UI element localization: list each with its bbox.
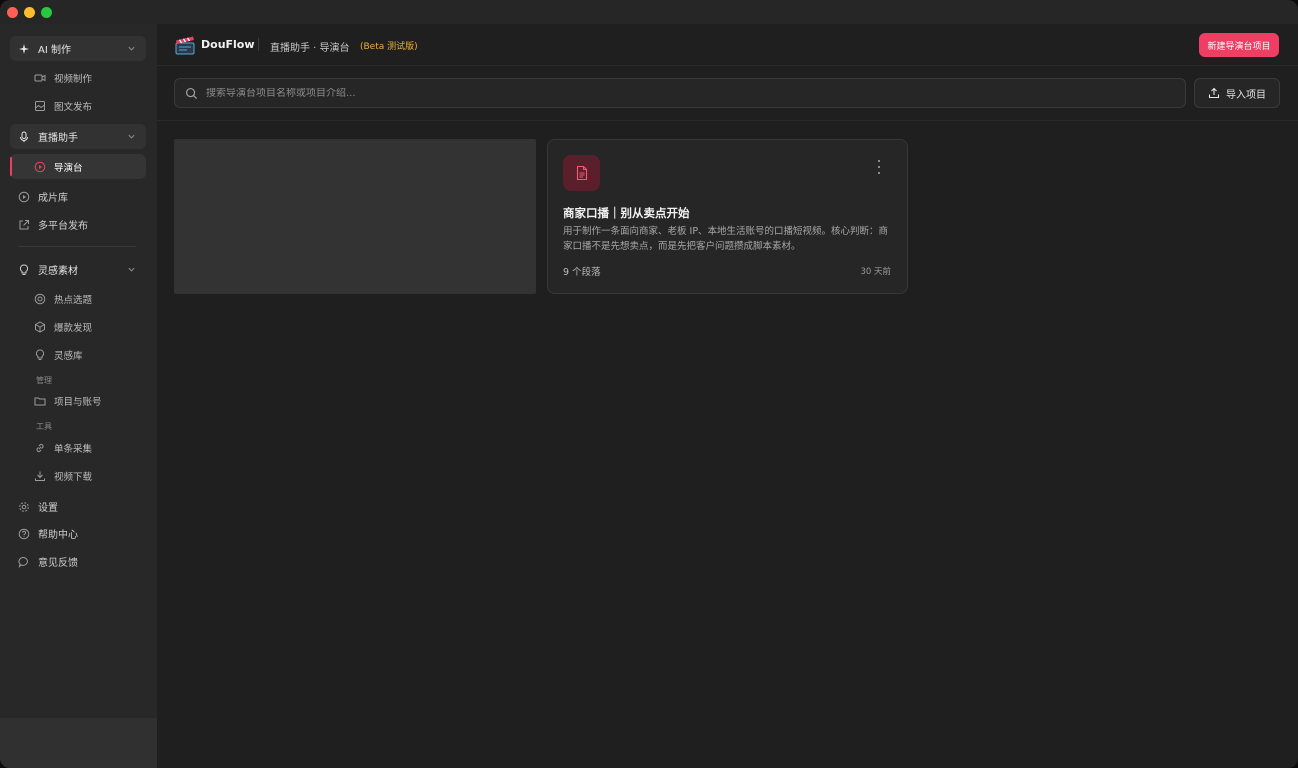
search-input[interactable] — [206, 87, 1106, 99]
search-box[interactable] — [174, 78, 1186, 108]
sidebar-item-help[interactable]: 帮助中心 — [10, 521, 146, 546]
sidebar-item-image-post[interactable]: 图文发布 — [10, 93, 146, 118]
sidebar-item-inspiration-library[interactable]: 灵感库 — [10, 342, 146, 367]
app-window: AI 制作 视频制作 图文发布 直播助手 导演台 成片库 多平台发布 灵感素材 … — [0, 0, 1298, 768]
download-icon — [34, 470, 46, 482]
play-circle-icon — [18, 191, 30, 203]
sidebar-item-label: 多平台发布 — [38, 221, 88, 232]
import-project-button[interactable]: 导入项目 — [1194, 78, 1280, 108]
sidebar-item-label: 成片库 — [38, 193, 68, 204]
sidebar-item-settings[interactable]: 设置 — [10, 494, 146, 519]
sidebar-item-director[interactable]: 导演台 — [10, 154, 146, 179]
header-divider — [258, 38, 259, 51]
minimize-window-button[interactable] — [24, 7, 35, 18]
sidebar-item-video-production[interactable]: 视频制作 — [10, 65, 146, 90]
sidebar-item-label: 视频制作 — [54, 73, 93, 85]
loading-placeholder-card — [174, 139, 536, 294]
section-label-manage: 管理 — [36, 376, 52, 385]
cube-icon — [34, 320, 46, 333]
sidebar-item-viral-discovery[interactable]: 爆款发现 — [10, 314, 146, 339]
sidebar-item-label: 视频下载 — [54, 471, 93, 483]
play-circle-icon — [34, 161, 46, 173]
document-icon — [563, 155, 600, 191]
chevron-down-icon — [128, 134, 135, 139]
sidebar-group-ai-production[interactable]: AI 制作 — [10, 36, 146, 61]
chat-bubble-icon — [18, 556, 30, 568]
sidebar-item-video-download[interactable]: 视频下载 — [10, 463, 146, 488]
updated-time: 30 天前 — [860, 267, 891, 277]
sidebar-footer — [0, 718, 157, 768]
project-description: 用于制作一条面向商家、老板 IP、本地生活账号的口播短视频。核心判断：商家口播不… — [563, 226, 889, 252]
sidebar-group-label: AI 制作 — [38, 45, 71, 56]
sidebar-item-label: 帮助中心 — [38, 530, 78, 541]
upload-icon — [1208, 87, 1220, 99]
lightbulb-icon — [18, 263, 30, 276]
sidebar-item-multi-publish[interactable]: 多平台发布 — [10, 212, 146, 237]
close-window-button[interactable] — [7, 7, 18, 18]
lightbulb-icon — [34, 348, 46, 361]
search-icon — [185, 87, 198, 99]
sidebar-item-label: 单条采集 — [54, 443, 93, 455]
folder-icon — [34, 395, 46, 407]
toolbar: 导入项目 — [157, 66, 1298, 121]
sidebar-item-label: 设置 — [38, 503, 58, 514]
sidebar-item-label: 图文发布 — [54, 101, 93, 113]
sparkle-icon — [18, 43, 30, 55]
sidebar-item-label: 热点选题 — [54, 294, 93, 306]
new-director-project-button[interactable]: 新建导演台项目 — [1199, 33, 1279, 57]
sidebar: AI 制作 视频制作 图文发布 直播助手 导演台 成片库 多平台发布 灵感素材 … — [0, 24, 157, 768]
image-icon — [34, 100, 46, 112]
sidebar-item-label: 灵感库 — [54, 350, 83, 362]
gear-icon — [18, 501, 30, 513]
sidebar-item-label: 爆款发现 — [54, 322, 93, 334]
chevron-down-icon — [128, 267, 135, 272]
sidebar-group-live-assistant[interactable]: 直播助手 — [10, 124, 146, 149]
chevron-down-icon — [128, 46, 135, 51]
import-project-label: 导入项目 — [1226, 89, 1266, 101]
link-icon — [34, 442, 46, 454]
sidebar-item-single-collect[interactable]: 单条采集 — [10, 435, 146, 460]
segment-count: 9 个段落 — [563, 267, 601, 278]
sidebar-group-label: 灵感素材 — [38, 266, 78, 277]
external-link-icon — [18, 219, 30, 231]
sidebar-item-label: 导演台 — [54, 162, 83, 174]
sidebar-item-feedback[interactable]: 意见反馈 — [10, 549, 146, 574]
help-circle-icon — [18, 528, 30, 540]
beta-badge: (Beta 测试版) — [360, 42, 418, 52]
project-title: 商家口播｜别从卖点开始 — [563, 206, 690, 220]
maximize-window-button[interactable] — [41, 7, 52, 18]
more-options-icon[interactable] — [875, 160, 883, 174]
breadcrumb: 直播助手 · 导演台 — [270, 43, 350, 54]
section-label-tools: 工具 — [36, 422, 52, 431]
sidebar-item-projects-accounts[interactable]: 项目与账号 — [10, 388, 146, 413]
sidebar-group-label: 直播助手 — [38, 133, 78, 144]
clapperboard-logo-icon — [175, 36, 195, 55]
brand-name: DouFlow — [201, 38, 255, 51]
sidebar-item-label: 意见反馈 — [38, 558, 78, 569]
sidebar-group-inspiration[interactable]: 灵感素材 — [10, 257, 146, 282]
sidebar-item-label: 项目与账号 — [54, 396, 102, 408]
video-camera-icon — [34, 72, 46, 84]
project-card[interactable]: 商家口播｜别从卖点开始 用于制作一条面向商家、老板 IP、本地生活账号的口播短视… — [547, 139, 908, 294]
title-bar — [0, 0, 1298, 24]
sidebar-item-hot-topics[interactable]: 热点选题 — [10, 286, 146, 311]
microphone-icon — [18, 131, 30, 143]
sidebar-divider — [18, 246, 136, 247]
target-icon — [34, 293, 46, 305]
sidebar-item-film-library[interactable]: 成片库 — [10, 184, 146, 209]
app-header: DouFlow 直播助手 · 导演台 (Beta 测试版) 新建导演台项目 — [157, 24, 1298, 66]
